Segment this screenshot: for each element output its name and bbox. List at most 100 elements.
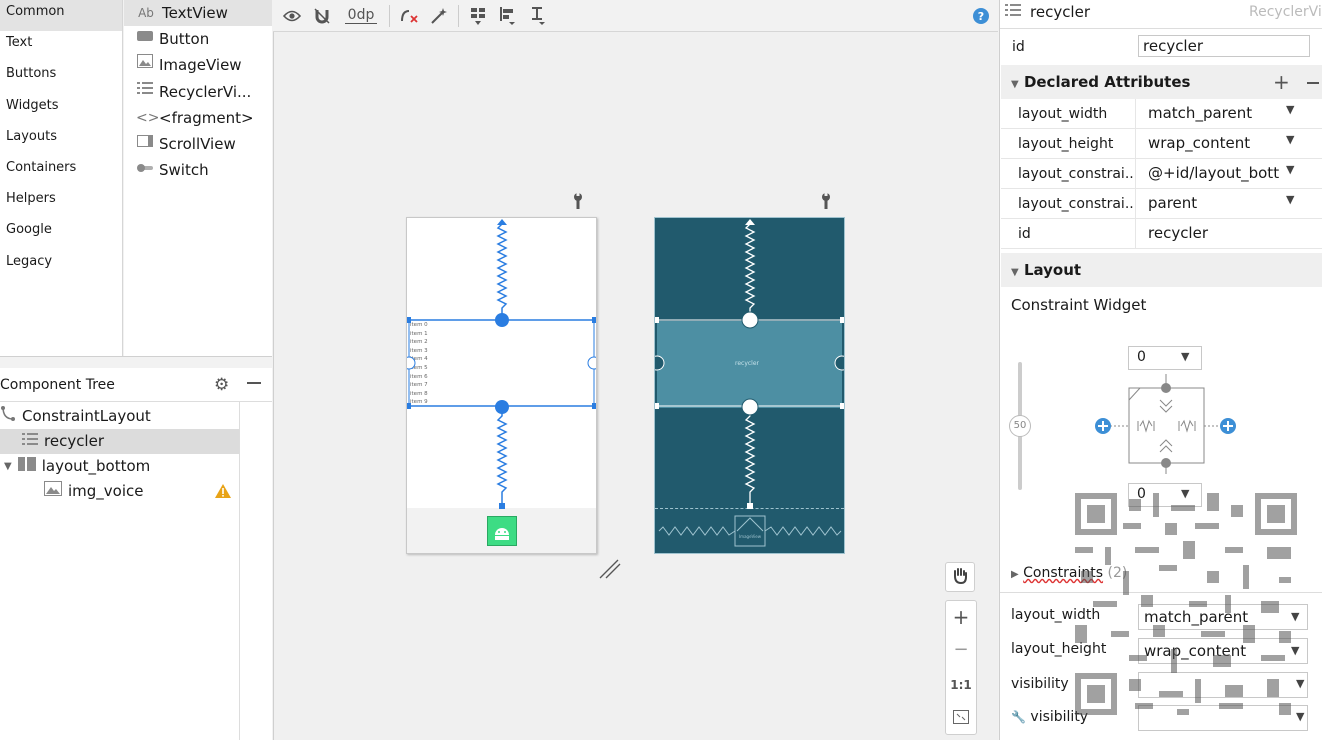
magic-wand-icon[interactable] — [424, 2, 454, 30]
tree-node-img-voice[interactable]: img_voice — [44, 479, 144, 504]
category-layouts[interactable]: Layouts — [0, 125, 122, 156]
help-icon[interactable]: ? — [966, 2, 996, 30]
remove-attribute-icon[interactable] — [1307, 82, 1319, 84]
zoom-out-button[interactable]: − — [946, 639, 976, 660]
tree-node-label: layout_bottom — [41, 457, 151, 475]
attr-value[interactable]: match_parent — [1135, 99, 1283, 128]
design-screen[interactable]: item 0 item 1 item 2 item 3 item 4 item … — [406, 217, 597, 554]
linear-layout-icon — [17, 454, 36, 479]
button-icon — [136, 28, 153, 50]
image-icon — [136, 54, 153, 76]
zoom-one-to-one-button[interactable]: 1:1 — [946, 678, 976, 692]
section-title: Layout — [1023, 261, 1082, 279]
list-icon — [1005, 3, 1021, 21]
guidelines-icon[interactable] — [523, 2, 553, 30]
fit-screen-icon — [953, 710, 969, 728]
palette-widgets: Ab TextView Button ImageView RecyclerVi.… — [124, 0, 272, 356]
expand-triangle-icon: ▶ — [1011, 569, 1019, 580]
zoom-fit-button[interactable] — [953, 710, 969, 728]
image-icon — [44, 479, 62, 504]
warning-icon[interactable] — [214, 483, 232, 503]
attr-row-id: id recycler — [1001, 219, 1322, 249]
attr-value[interactable]: @+id/layout_bott — [1135, 159, 1283, 188]
chevron-down-icon: ▼ — [1296, 677, 1305, 690]
widget-switch[interactable]: Switch — [124, 157, 272, 183]
vertical-bias-thumb[interactable]: 50 — [1009, 415, 1031, 437]
id-input[interactable]: recycler — [1138, 35, 1310, 57]
pack-icon[interactable] — [463, 2, 493, 30]
add-right-constraint-icon[interactable] — [1219, 417, 1237, 439]
widget-imageview[interactable]: ImageView — [124, 52, 272, 78]
gear-icon[interactable]: ⚙ — [214, 375, 229, 395]
toolbar-separator — [458, 4, 459, 27]
tree-node-label: img_voice — [68, 482, 144, 500]
divider — [1000, 28, 1322, 29]
eye-icon[interactable] — [277, 2, 307, 30]
tree-node-layout-bottom[interactable]: ▼ layout_bottom — [4, 454, 150, 479]
attr-row-constraint-top: layout_constrai... @+id/layout_bott ▼ — [1001, 159, 1322, 189]
attr-value[interactable]: wrap_content — [1135, 129, 1283, 158]
chevron-down-icon[interactable]: ▼ — [1181, 350, 1189, 363]
svg-text:?: ? — [978, 10, 984, 23]
add-attribute-icon[interactable]: + — [1273, 65, 1290, 99]
margin-value: 0dp — [344, 7, 378, 24]
layout-row-visibility: visibility — [1011, 676, 1069, 692]
magnet-icon[interactable] — [307, 2, 337, 30]
align-icon[interactable] — [493, 2, 523, 30]
design-canvas[interactable] — [273, 0, 998, 740]
pan-hand-button[interactable] — [945, 562, 975, 592]
chevron-down-icon[interactable]: ▼ — [1286, 133, 1294, 146]
category-helpers[interactable]: Helpers — [0, 187, 122, 218]
blueprint-screen[interactable]: recycler ImageView — [654, 217, 845, 554]
add-left-constraint-icon[interactable] — [1094, 417, 1112, 439]
attributes-panel: recycler RecyclerVi id recycler ▼ Declar… — [999, 0, 1322, 740]
margin-top-input[interactable]: 0 ▼ — [1128, 346, 1202, 370]
default-margin-button[interactable]: 0dp — [337, 2, 385, 30]
minimize-icon[interactable] — [247, 382, 261, 384]
tree-node-recycler[interactable]: recycler — [0, 429, 239, 454]
widget-scrollview[interactable]: ScrollView — [124, 131, 272, 157]
category-common[interactable]: Common — [0, 0, 122, 32]
widget-label: <fragment> — [159, 108, 254, 127]
attr-row-layout-height: layout_height wrap_content ▼ — [1001, 129, 1322, 159]
widget-button[interactable]: Button — [124, 26, 272, 52]
chevron-down-icon[interactable]: ▼ — [1286, 193, 1294, 206]
category-buttons[interactable]: Buttons — [0, 62, 122, 93]
scroll-icon — [136, 133, 153, 155]
attr-value[interactable]: parent — [1135, 189, 1283, 218]
clear-constraints-icon[interactable] — [394, 2, 424, 30]
category-containers[interactable]: Containers — [0, 156, 122, 187]
attr-value[interactable]: recycler — [1135, 219, 1283, 248]
widget-label: Button — [159, 30, 210, 49]
chevron-down-icon[interactable]: ▼ — [1286, 163, 1294, 176]
declared-attributes-header[interactable]: ▼ Declared Attributes + — [1001, 65, 1322, 99]
category-legacy[interactable]: Legacy — [0, 250, 122, 281]
list-icon — [22, 429, 38, 454]
category-text[interactable]: Text — [0, 31, 122, 62]
margin-top-value: 0 — [1137, 349, 1146, 365]
resize-handle-icon[interactable] — [598, 558, 622, 584]
expand-triangle-icon[interactable]: ▼ — [4, 454, 12, 479]
panel-divider[interactable] — [0, 356, 272, 368]
tree-node-constraintlayout[interactable]: ConstraintLayout — [0, 404, 151, 429]
layout-section-header[interactable]: ▼ Layout — [1001, 253, 1322, 287]
category-widgets[interactable]: Widgets — [0, 94, 122, 125]
chevron-down-icon: ▼ — [1296, 710, 1305, 723]
wrench-icon[interactable] — [819, 192, 833, 214]
attr-row-layout-width: layout_width match_parent ▼ — [1001, 99, 1322, 129]
android-icon — [487, 516, 517, 546]
zoom-controls: + − 1:1 — [945, 600, 977, 735]
widget-label: ImageView — [159, 56, 242, 75]
widget-recyclerview[interactable]: RecyclerVi... — [124, 79, 272, 105]
selected-component-type: RecyclerVi — [1249, 4, 1322, 20]
constraint-widget-title: Constraint Widget — [1011, 296, 1147, 314]
category-google[interactable]: Google — [0, 218, 122, 249]
collapse-triangle-icon: ▼ — [1011, 267, 1019, 278]
palette-categories: Common Text Buttons Widgets Layouts Cont… — [0, 0, 123, 356]
widget-textview[interactable]: Ab TextView — [124, 0, 272, 27]
wrench-icon[interactable] — [571, 192, 585, 214]
widget-fragment[interactable]: <> <fragment> — [124, 105, 272, 131]
zoom-in-button[interactable]: + — [946, 605, 976, 629]
component-tree-title: Component Tree — [0, 376, 115, 393]
chevron-down-icon[interactable]: ▼ — [1286, 103, 1294, 116]
